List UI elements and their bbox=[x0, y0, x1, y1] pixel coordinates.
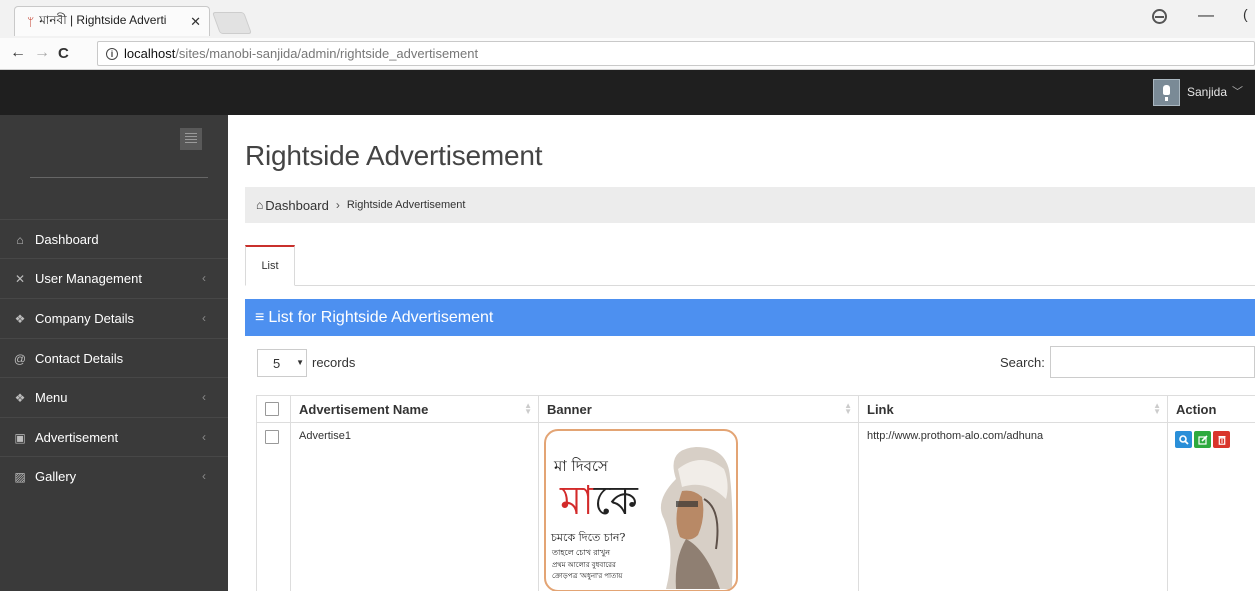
url-host: localhost bbox=[124, 46, 176, 61]
new-tab-button[interactable] bbox=[211, 12, 253, 34]
avatar[interactable] bbox=[1153, 79, 1180, 106]
banner-text-line: ক্রোড়পত্র 'অধুনা'র পাতায় bbox=[552, 573, 623, 580]
table-cell-actions bbox=[1168, 423, 1255, 591]
info-icon[interactable]: i bbox=[106, 47, 118, 60]
banner-text-line: চমকে দিতে চান? bbox=[551, 531, 626, 544]
breadcrumb-separator-icon: › bbox=[335, 198, 340, 212]
maximize-button[interactable]: ( bbox=[1243, 6, 1248, 22]
header-label: Banner bbox=[547, 401, 592, 417]
user-name[interactable]: Sanjida bbox=[1187, 85, 1227, 99]
sidebar-item-label: Menu bbox=[35, 390, 68, 405]
sidebar-item-menu[interactable]: ❖ Menu ‹ bbox=[0, 377, 228, 417]
at-icon: @ bbox=[13, 351, 27, 366]
header-advertisement-name[interactable]: Advertisement Name ▲ ▼ bbox=[291, 396, 539, 423]
home-icon: ⌂ bbox=[256, 198, 264, 212]
reload-icon[interactable]: C bbox=[58, 45, 69, 62]
portrait-illustration bbox=[660, 447, 733, 589]
edit-icon bbox=[1197, 434, 1208, 445]
sidebar-item-company-details[interactable]: ❖ Company Details ‹ bbox=[0, 298, 228, 338]
address-bar: ← → C i localhost/sites/manobi-sanjida/a… bbox=[0, 38, 1255, 70]
browser-tabstrip: ᛘ মানবী | Rightside Adverti ✕ — ( bbox=[0, 0, 1255, 38]
play-square-icon: ▣ bbox=[14, 430, 26, 445]
delete-button[interactable] bbox=[1213, 431, 1230, 448]
url-input[interactable]: i localhost/sites/manobi-sanjida/admin/r… bbox=[97, 41, 1255, 66]
sidebar-item-user-management[interactable]: ✕ User Management ‹ bbox=[0, 258, 228, 298]
tabs-bar: List bbox=[245, 245, 1255, 286]
sidebar-item-advertisement[interactable]: ▣ Advertisement ‹ bbox=[0, 417, 228, 457]
sidebar-item-label: Gallery bbox=[35, 469, 77, 484]
sidebar-item-label: Company Details bbox=[35, 311, 134, 326]
header-link[interactable]: Link ▲ ▼ bbox=[859, 396, 1168, 423]
header-action: Action bbox=[1168, 396, 1255, 423]
table-row-checkbox-cell bbox=[257, 423, 291, 591]
chevron-left-icon: ‹ bbox=[202, 390, 206, 404]
page-length-select[interactable]: 5 ▼ bbox=[257, 349, 307, 377]
edit-button[interactable] bbox=[1194, 431, 1211, 448]
dropbox-icon: ❖ bbox=[14, 311, 26, 326]
sort-icon: ▲ ▼ bbox=[844, 401, 852, 416]
arrows-icon: ✕ bbox=[14, 271, 26, 286]
forward-arrow-icon[interactable]: → bbox=[34, 44, 50, 62]
records-label: records bbox=[312, 355, 356, 370]
breadcrumb-current: Rightside Advertisement bbox=[346, 199, 466, 211]
search-label: Search: bbox=[1000, 355, 1045, 370]
view-button[interactable] bbox=[1175, 431, 1192, 448]
table-cell-banner: মা দিবসে মাকে চমকে দিতে চান? তাহলে চোখ র… bbox=[539, 423, 859, 591]
banner-image: মা দিবসে মাকে চমকে দিতে চান? তাহলে চোখ র… bbox=[544, 429, 738, 591]
sidebar-item-label: Advertisement bbox=[35, 430, 119, 445]
sidebar-toggle-button[interactable] bbox=[180, 128, 202, 150]
header-label: Action bbox=[1176, 401, 1217, 417]
header-label: Link bbox=[867, 401, 894, 417]
panel-header: ≡ List for Rightside Advertisement bbox=[245, 299, 1255, 336]
sidebar-item-label: Contact Details bbox=[35, 351, 124, 366]
table-cell-name: Advertise1 bbox=[291, 423, 539, 591]
header-banner[interactable]: Banner ▲ ▼ bbox=[539, 396, 859, 423]
app-topbar: Sanjida ﹀ bbox=[0, 70, 1255, 115]
chevron-left-icon: ‹ bbox=[202, 271, 206, 285]
breadcrumb-home-link[interactable]: Dashboard bbox=[265, 198, 329, 213]
tab-list[interactable]: List bbox=[245, 245, 295, 286]
advertisement-table: Advertisement Name ▲ ▼ Banner ▲ ▼ Link ▲ ▼ … bbox=[256, 395, 1255, 591]
page-title: Rightside Advertisement bbox=[245, 140, 543, 171]
sidebar-item-dashboard[interactable]: ⌂ Dashboard bbox=[0, 219, 228, 259]
chevron-left-icon: ‹ bbox=[202, 311, 206, 325]
sidebar-item-gallery[interactable]: ▨ Gallery ‹ bbox=[0, 456, 228, 496]
trash-icon bbox=[1218, 435, 1225, 445]
row-checkbox[interactable] bbox=[265, 430, 279, 444]
close-tab-icon[interactable]: ✕ bbox=[190, 14, 201, 30]
page-length-value: 5 bbox=[273, 355, 281, 371]
chevron-left-icon: ‹ bbox=[202, 469, 206, 483]
sort-icon: ▲ ▼ bbox=[524, 401, 532, 416]
banner-headline: মাকে bbox=[560, 478, 638, 524]
image-icon: ▨ bbox=[14, 469, 26, 484]
header-label: Advertisement Name bbox=[299, 401, 429, 417]
sort-icon: ▲ ▼ bbox=[1153, 401, 1161, 416]
caret-down-icon: ▼ bbox=[296, 358, 304, 367]
url-path: /sites/manobi-sanjida/admin/rightside_ad… bbox=[175, 46, 479, 61]
home-icon: ⌂ bbox=[16, 232, 24, 247]
breadcrumb: ⌂ Dashboard › Rightside Advertisement bbox=[245, 187, 1255, 223]
select-all-header bbox=[257, 396, 291, 423]
panel-title: List for Rightside Advertisement bbox=[268, 308, 494, 326]
account-icon[interactable] bbox=[1152, 9, 1167, 24]
browser-tab[interactable]: ᛘ মানবী | Rightside Adverti ✕ bbox=[14, 6, 210, 36]
site-favicon-icon: ᛘ bbox=[27, 14, 35, 29]
search-icon bbox=[1178, 434, 1189, 445]
minimize-button[interactable]: — bbox=[1198, 7, 1214, 25]
sidebar-item-label: User Management bbox=[35, 271, 142, 286]
sidebar: ⌂ Dashboard ✕ User Management ‹ ❖ Compan… bbox=[0, 115, 228, 591]
list-icon: ≡ bbox=[255, 308, 265, 326]
chevron-left-icon: ‹ bbox=[202, 430, 206, 444]
back-arrow-icon[interactable]: ← bbox=[10, 44, 26, 62]
search-input[interactable] bbox=[1050, 346, 1255, 378]
chevron-down-icon[interactable]: ﹀ bbox=[1232, 83, 1243, 99]
browser-tab-title: মানবী | Rightside Adverti bbox=[39, 12, 167, 27]
sidebar-item-contact-details[interactable]: @ Contact Details bbox=[0, 338, 228, 378]
dropbox-icon: ❖ bbox=[14, 390, 26, 405]
select-all-checkbox[interactable] bbox=[265, 402, 279, 416]
table-cell-link[interactable]: http://www.prothom-alo.com/adhuna bbox=[859, 423, 1168, 591]
sidebar-item-label: Dashboard bbox=[35, 232, 99, 247]
sidebar-divider bbox=[30, 177, 208, 178]
